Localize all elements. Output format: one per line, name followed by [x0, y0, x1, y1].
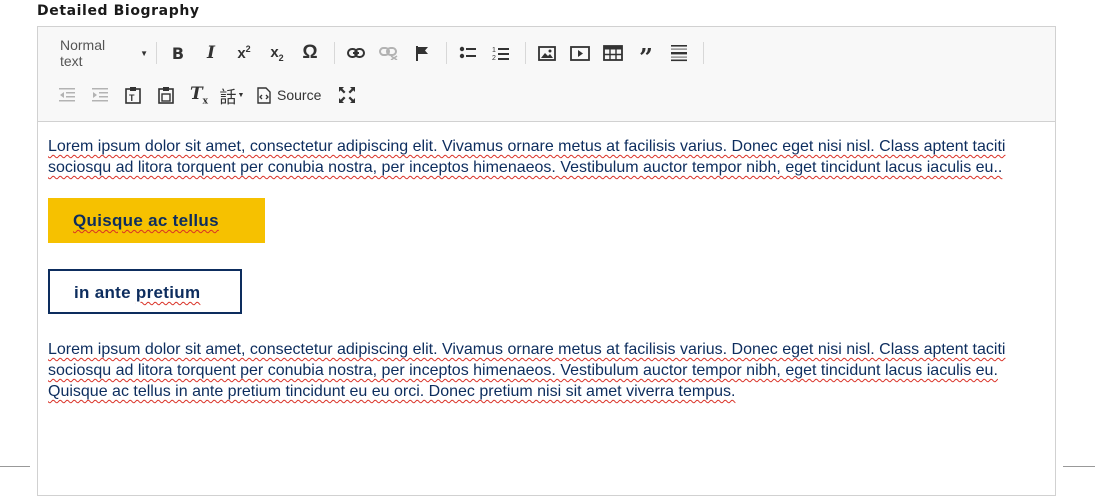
outdent-button[interactable]: [54, 82, 80, 108]
image-icon: [538, 45, 556, 61]
source-button[interactable]: Source: [255, 82, 323, 108]
toolbar-separator: [334, 42, 335, 64]
remove-format-button[interactable]: Tx: [186, 82, 212, 108]
toolbar-separator: [525, 42, 526, 64]
omega-icon: Ω: [302, 42, 318, 63]
superscript-icon: x2: [237, 44, 251, 62]
toolbar-separator: [703, 42, 704, 64]
format-dropdown-label: Normal text: [60, 37, 106, 69]
format-dropdown[interactable]: Normal text ▼: [54, 37, 152, 69]
toolbar-row-2: T Tx 話 ▼ Source: [54, 80, 367, 110]
indent-icon: [92, 88, 108, 102]
source-icon: [257, 86, 271, 104]
svg-text:1: 1: [492, 47, 496, 54]
unlink-icon: [379, 47, 398, 60]
flag-icon: [416, 46, 428, 61]
paragraph-1: Lorem ipsum dolor sit amet, consectetur …: [48, 138, 1006, 176]
rich-text-editor: Normal text ▼ B I x2 x2 Ω 1 2 ” T Tx 話 ▼…: [37, 26, 1056, 496]
numbered-list-icon: 12: [492, 47, 509, 61]
bulleted-list-button[interactable]: [455, 40, 481, 66]
bulleted-list-icon: [459, 46, 476, 59]
bold-icon: B: [171, 43, 185, 63]
paste-word-icon: [158, 87, 174, 104]
toolbar-separator: [156, 42, 157, 64]
frame-line-left: [0, 466, 30, 467]
numbered-list-button[interactable]: 12: [488, 40, 514, 66]
quisque-ac-tellus-button[interactable]: Quisque ac tellus: [48, 198, 265, 243]
chevron-down-icon: ▼: [140, 48, 148, 58]
image-button[interactable]: [534, 40, 560, 66]
pretium-word: pretium: [135, 283, 201, 302]
italic-button[interactable]: I: [198, 40, 224, 66]
language-icon: 話: [219, 87, 237, 108]
language-button[interactable]: 話 ▼: [219, 82, 245, 108]
yellow-button-row: Quisque ac tellus: [48, 198, 1045, 243]
blockquote-button[interactable]: ”: [633, 40, 659, 72]
link-icon: [347, 48, 365, 58]
outdent-icon: [59, 88, 75, 102]
paste-text-button[interactable]: T: [120, 82, 146, 108]
paste-word-button[interactable]: [153, 82, 179, 108]
superscript-button[interactable]: x2: [231, 40, 257, 66]
svg-text:2: 2: [492, 55, 496, 61]
toolbar-row-1: Normal text ▼ B I x2 x2 Ω 1 2 ”: [54, 37, 712, 72]
frame-line-right: [1063, 466, 1095, 467]
toolbar-separator: [446, 42, 447, 64]
anchor-button[interactable]: [409, 40, 435, 66]
source-label: Source: [277, 87, 322, 103]
remove-format-icon: Tx: [189, 83, 209, 107]
maximize-button[interactable]: [334, 82, 360, 108]
subscript-icon: x2: [270, 43, 284, 63]
field-label: Detailed Biography: [37, 3, 200, 19]
editor-content[interactable]: Lorem ipsum dolor sit amet, consectetur …: [38, 122, 1055, 402]
video-button[interactable]: [567, 40, 593, 66]
video-icon: [570, 45, 590, 61]
svg-text:T: T: [129, 93, 135, 103]
quote-icon: ”: [639, 43, 653, 72]
maximize-icon: [339, 87, 356, 103]
horizontal-rule-icon: [671, 45, 687, 62]
italic-icon: I: [207, 43, 215, 63]
table-icon: [603, 45, 623, 61]
special-character-button[interactable]: Ω: [297, 40, 323, 66]
subscript-button[interactable]: x2: [264, 40, 290, 66]
paste-text-icon: T: [125, 87, 141, 104]
indent-button[interactable]: [87, 82, 113, 108]
in-ante-pretium-button[interactable]: in ante pretium: [48, 269, 242, 314]
horizontal-rule-button[interactable]: [666, 40, 692, 66]
table-button[interactable]: [600, 40, 626, 66]
link-button[interactable]: [343, 40, 369, 66]
chevron-down-icon: ▼: [237, 91, 245, 99]
bold-button[interactable]: B: [165, 40, 191, 66]
editor-toolbar: Normal text ▼ B I x2 x2 Ω 1 2 ” T Tx 話 ▼…: [38, 27, 1055, 122]
unlink-button[interactable]: [376, 40, 402, 66]
paragraph-2: Lorem ipsum dolor sit amet, consectetur …: [48, 341, 1006, 400]
outline-button-row: in ante pretium: [48, 269, 1045, 314]
